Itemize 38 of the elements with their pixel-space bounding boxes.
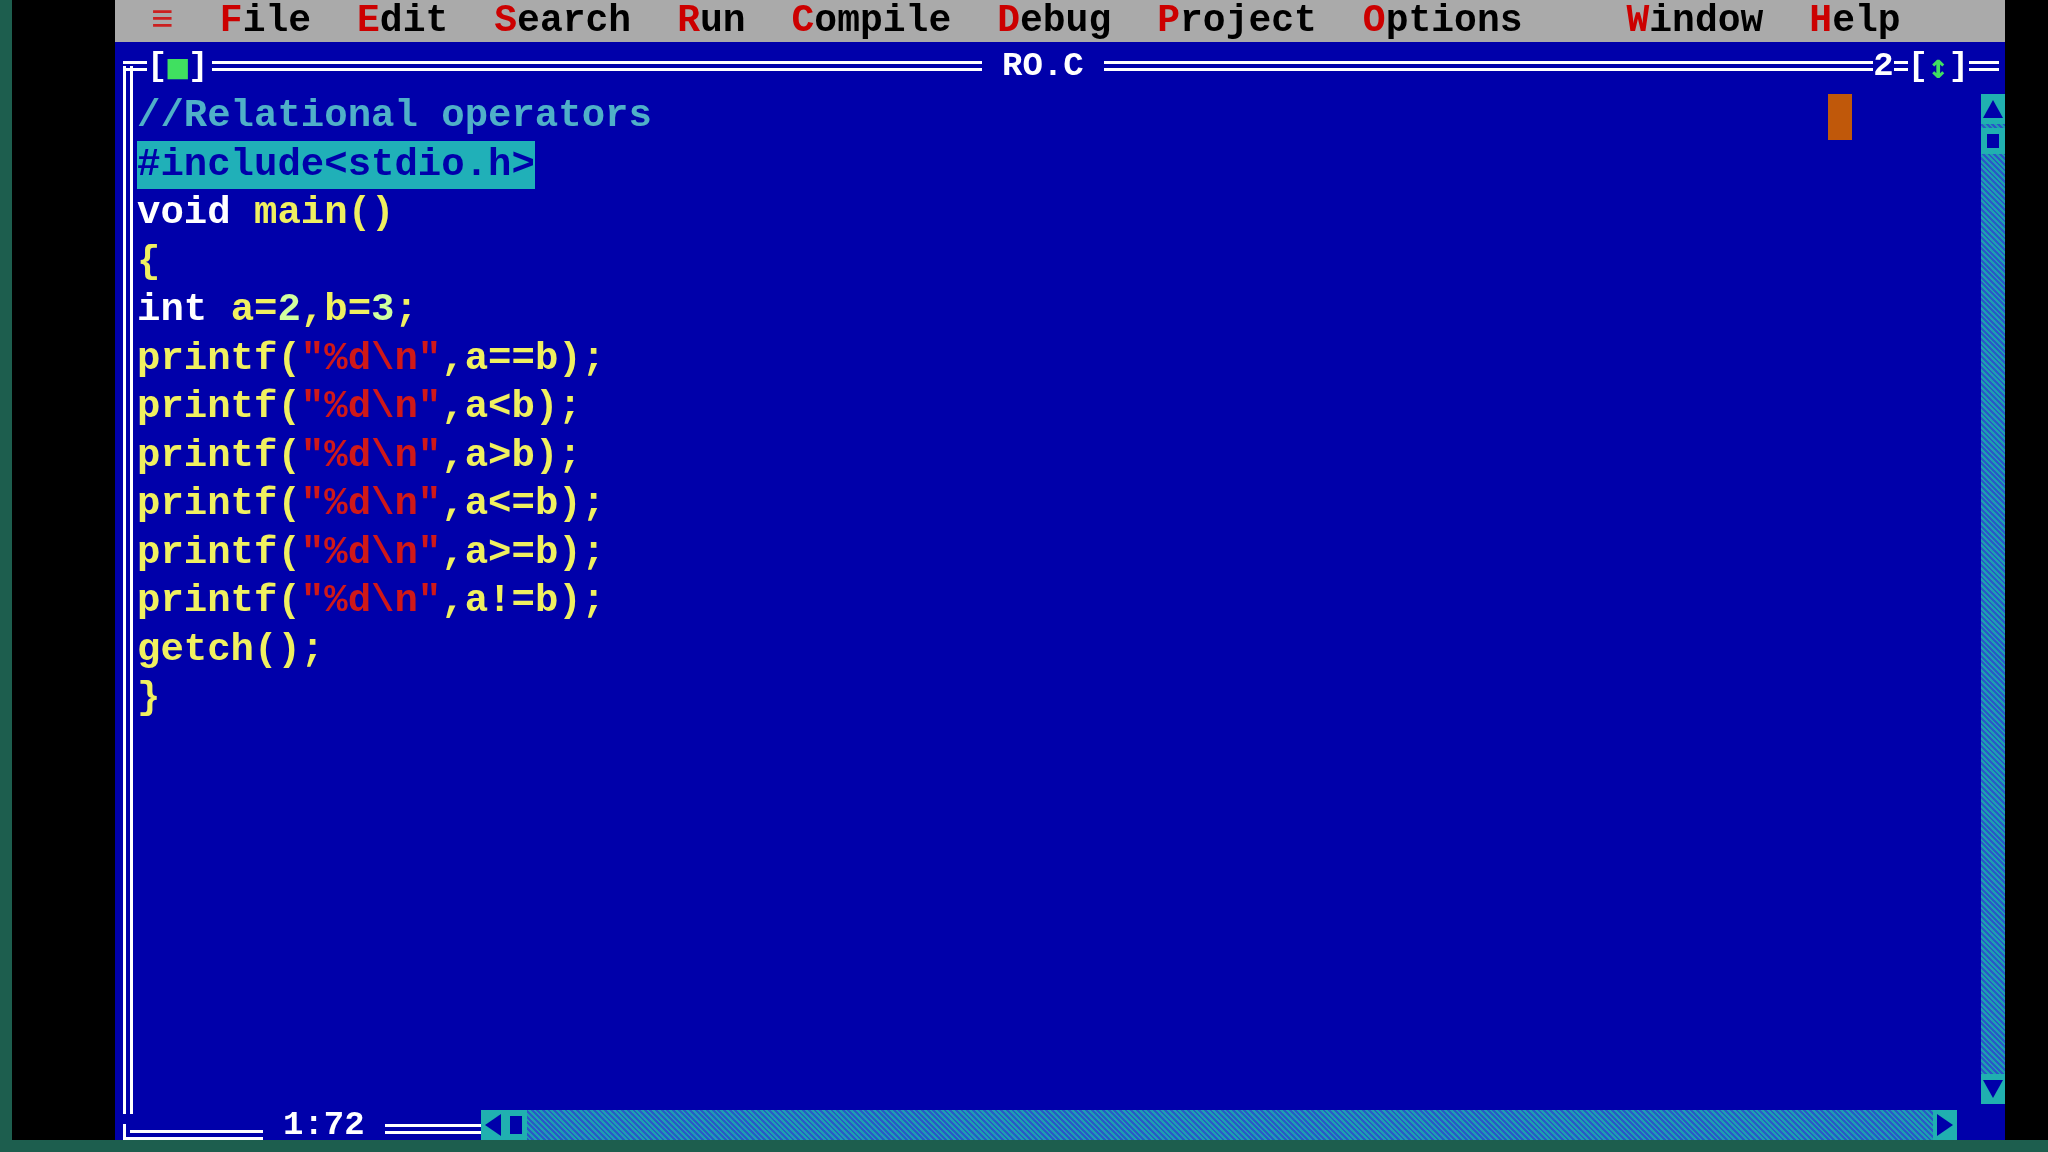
menu-item[interactable]: Project (1157, 2, 1317, 40)
code-line: printf("%d\n",a>=b); (137, 529, 606, 577)
window-frame-line (1893, 61, 1908, 71)
menu-item[interactable]: Debug (997, 2, 1112, 40)
scroll-down-icon[interactable] (1981, 1074, 2005, 1104)
menu-item[interactable]: Help (1809, 2, 1901, 40)
cursor-block (1828, 94, 1852, 140)
window-number: 2 (1873, 49, 1894, 83)
menu-item[interactable]: Window (1626, 2, 1764, 40)
horizontal-scrollbar[interactable] (480, 1110, 1957, 1140)
code-line: printf("%d\n",a<=b); (137, 481, 606, 528)
menu-item[interactable]: Run (677, 2, 746, 40)
vertical-scrollbar[interactable] (1981, 94, 2005, 1104)
window-frame-line (1969, 61, 1999, 71)
cursor-position: 1:72 (282, 1110, 366, 1140)
scroll-thumb[interactable] (1981, 128, 2005, 154)
scroll-left-icon[interactable] (480, 1110, 505, 1140)
scroll-up-icon[interactable] (1981, 94, 2005, 124)
code-line: int a=2,b=3; (137, 287, 418, 334)
code-line: getch(); (137, 626, 325, 674)
scroll-right-icon[interactable] (1933, 1110, 1957, 1140)
code-line: void main() (137, 190, 395, 237)
menu-item[interactable]: File (219, 2, 312, 40)
code-line: printf("%d\n",a!=b); (137, 578, 606, 625)
close-box[interactable]: [■] (147, 49, 209, 83)
menu-item[interactable]: Options (1362, 2, 1523, 40)
menu-item[interactable]: Search (494, 2, 632, 40)
menu-item[interactable]: Edit (357, 2, 449, 40)
code-line: } (137, 675, 161, 722)
window-title: RO.C (1001, 49, 1085, 83)
zoom-box[interactable]: [↕] (1907, 49, 1969, 83)
code-line: printf("%d\n",a<b); (137, 384, 582, 431)
code-line: //Relational operators (137, 93, 652, 140)
code-line: printf("%d\n",a==b); (137, 335, 606, 383)
code-line: printf("%d\n",a>b); (137, 432, 582, 480)
scroll-thumb[interactable] (504, 1110, 527, 1140)
code-line: { (137, 238, 161, 286)
menu-item[interactable]: Compile (791, 2, 952, 40)
